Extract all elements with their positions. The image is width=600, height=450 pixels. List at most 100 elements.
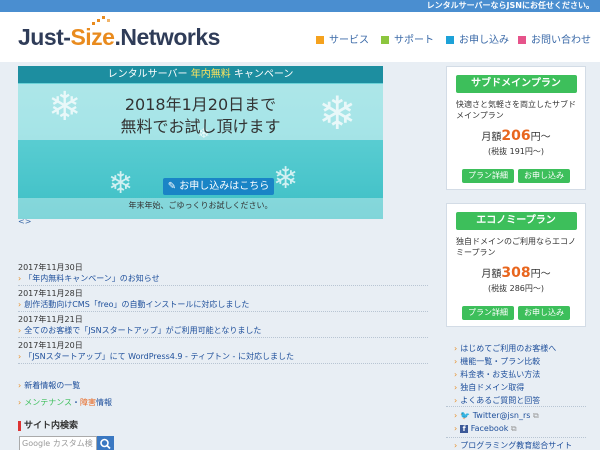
banner-head-highlight: 年内無料 [190,69,231,80]
site-search-title: サイト内検索 [18,421,78,431]
twitter-link[interactable]: › 🐦 Twitter@jsn_rs ⧉ [454,409,539,422]
plan-apply-button[interactable]: お申し込み [518,306,570,320]
nav-apply[interactable]: お申し込み [446,31,509,46]
top-bar-text: レンタルサーバーならJSNにお任せください。 [426,1,594,10]
sidebar-link-label: よくあるご質問と回答 [460,396,541,405]
bullet-icon: › [18,381,22,390]
plan-card-subdomain: サブドメインプラン 快適さと気軽さを両立したサブドメインプラン 月額206円〜 … [446,66,586,190]
news-date: 2017年11月21日 [18,315,83,324]
plan-price: 月額308円〜 [447,265,585,281]
maintenance-link[interactable]: › メンテナンス・障害情報 [18,397,112,408]
search-icon [100,438,111,450]
plan-price: 月額206円〜 [447,128,585,144]
edit-icon: ✎ [167,181,177,192]
news-title: 全てのお客様で「JSNスタートアップ」がご利用可能となりました [24,326,262,335]
search-button[interactable] [97,436,114,450]
bullet-icon: › [18,274,22,283]
nav-contact[interactable]: お問い合わせ [518,31,591,46]
twitter-icon: 🐦 [460,411,471,420]
logo-text-size: Size [70,24,115,50]
news-date: 2017年11月20日 [18,341,83,350]
sidebar-divider [446,437,586,438]
search-input[interactable]: Google カスタム検索 [19,436,97,450]
news-item[interactable]: › 「JSNスタートアップ」にて WordPress4.9 - ティプトン - に… [18,351,428,364]
sidebar-link-label: 機能一覧・プラン比較 [460,357,541,366]
plan-price-suffix: 円〜 [530,269,551,280]
plan-price-number: 206 [501,128,531,144]
plan-price-prefix: 月額 [481,269,502,280]
campaign-banner[interactable]: ❄ ❄ ❄ ❄ ❄ レンタルサーバー 年内無料 キャンペーン 2018年1月20… [18,66,383,219]
failure-label: 障害 [80,398,97,407]
bullet-icon: › [454,424,458,433]
logo-text-just: Just- [18,24,71,50]
news-title: 創作活動向けCMS「freo」の自動インストールに対応しました [24,300,250,309]
plan-title[interactable]: サブドメインプラン [455,75,577,93]
bullet-icon: › [18,326,22,335]
plan-title[interactable]: エコノミープラン [455,212,577,230]
banner-slider-arrows[interactable]: <> [18,217,31,226]
facebook-link[interactable]: › f Facebook ⧉ [454,422,539,435]
site-logo[interactable]: Just-Size.Networks [18,24,220,51]
sidebar-link-features[interactable]: › 機能一覧・プラン比較 [454,355,556,368]
logo-dots-icon [92,16,110,25]
banner-head-prefix: レンタルサーバー [107,69,188,80]
plan-description: 独自ドメインのご利用ならエコノミープラン [456,237,576,257]
news-list-link[interactable]: › 新着情報の一覧 [18,380,80,391]
sidebar-link-label: はじめてご利用のお客様へ [460,344,557,353]
news-list: 2017年11月30日 › 「年内無料キャンペーン」のお知らせ 2017年11月2… [18,262,428,366]
sidebar-link-first-time[interactable]: › はじめてご利用のお客様へ [454,342,556,355]
bullet-icon: › [454,411,458,420]
bullet-icon: › [454,383,458,392]
maintenance-label: メンテナンス [24,398,73,407]
nav-support-marker [381,36,389,44]
sidebar-link-domain[interactable]: › 独自ドメイン取得 [454,381,556,394]
external-link-icon: ⧉ [510,424,517,433]
bullet-icon: › [454,344,458,353]
plan-tax: (税抜 191円〜) [487,147,545,156]
bullet-icon: › [454,396,458,405]
site-header: Just-Size.Networks サービス サポート お申し込み お問い合わ… [0,12,600,62]
banner-offer-line: 無料でお試し頂けます [120,117,281,136]
bullet-icon: › [454,357,458,366]
bullet-icon: › [454,370,458,379]
nav-support[interactable]: サポート [381,31,434,46]
plan-price-number: 308 [501,265,531,281]
programming-edu-link[interactable]: › プログラミング教育総合サイト [454,439,572,450]
plan-apply-button[interactable]: お申し込み [518,169,570,183]
nav-apply-marker [446,36,454,44]
plan-tax: (税抜 286円〜) [487,284,545,293]
snowflake-icon: ❄ [273,161,299,196]
news-title: 「JSNスタートアップ」にて WordPress4.9 - ティプトン - に対… [24,352,294,361]
news-date: 2017年11月28日 [18,289,83,298]
nav-service[interactable]: サービス [316,31,369,46]
banner-apply-button[interactable]: ✎ お申し込みはこちら [163,178,274,195]
news-list-label: 新着情報の一覧 [24,381,81,390]
facebook-icon: f [460,425,469,433]
bullet-icon: › [18,352,22,361]
sidebar-link-label: 独自ドメイン取得 [460,383,525,392]
banner-headline: レンタルサーバー 年内無料 キャンペーン [18,66,383,83]
bullet-icon: › [18,398,22,407]
news-item[interactable]: › 「年内無料キャンペーン」のお知らせ [18,273,428,286]
news-date: 2017年11月30日 [18,263,83,272]
plan-buttons: プラン詳細 お申し込み [447,163,585,183]
plan-details-button[interactable]: プラン詳細 [462,169,514,183]
plan-buttons: プラン詳細 お申し込み [447,300,585,320]
plan-price-suffix: 円〜 [530,132,551,143]
twitter-label: Twitter@jsn_rs [472,411,531,420]
snowflake-icon: ❄ [108,166,134,201]
plan-card-economy: エコノミープラン 独自ドメインのご利用ならエコノミープラン 月額308円〜 (税… [446,203,586,327]
plan-price-prefix: 月額 [481,132,502,143]
plan-description: 快適さと気軽さを両立したサブドメインプラン [456,100,576,120]
nav-support-label: サポート [394,35,434,46]
nav-apply-label: お申し込み [459,35,509,46]
sidebar-link-pricing[interactable]: › 料金表・お支払い方法 [454,368,556,381]
plan-details-button[interactable]: プラン詳細 [462,306,514,320]
sidebar-link-label: 料金表・お支払い方法 [460,370,541,379]
news-item[interactable]: › 全てのお客様で「JSNスタートアップ」がご利用可能となりました [18,325,428,338]
news-item[interactable]: › 創作活動向けCMS「freo」の自動インストールに対応しました [18,299,428,312]
banner-subtext: 年末年始、ごゆっくりお試しください。 [128,201,273,210]
top-bar: レンタルサーバーならJSNにお任せください。 [0,0,600,12]
programming-edu-label: プログラミング教育総合サイト [460,441,573,450]
bullet-icon: › [18,300,22,309]
